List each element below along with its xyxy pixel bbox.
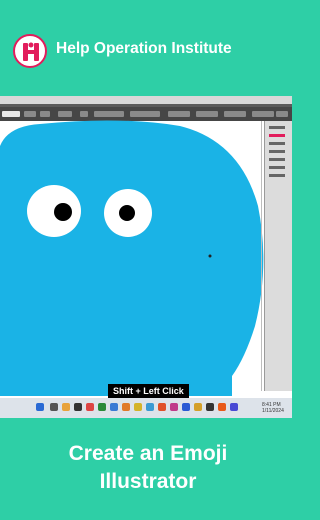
brand-name: Help Operation Institute bbox=[56, 40, 232, 57]
app-icon-4[interactable] bbox=[110, 403, 118, 411]
app-icon-9[interactable] bbox=[170, 403, 178, 411]
panel-tool-4[interactable] bbox=[269, 150, 285, 153]
app-icon-8[interactable] bbox=[158, 403, 166, 411]
panel-tool-6[interactable] bbox=[269, 166, 285, 169]
app-icon-11[interactable] bbox=[194, 403, 202, 411]
app-icon-5[interactable] bbox=[122, 403, 130, 411]
app-icon-6[interactable] bbox=[134, 403, 142, 411]
right-panels[interactable] bbox=[264, 121, 292, 391]
start-icon[interactable] bbox=[36, 403, 44, 411]
panel-tool-7[interactable] bbox=[269, 174, 285, 177]
app-icon-13[interactable] bbox=[230, 403, 238, 411]
taskbar-date: 1/11/2024 bbox=[262, 408, 284, 414]
emoji-face-artwork bbox=[0, 120, 264, 396]
panel-tool-5[interactable] bbox=[269, 158, 285, 161]
app-icon-7[interactable] bbox=[146, 403, 154, 411]
header-banner: Help Operation Institute bbox=[0, 0, 292, 96]
panel-tool-2[interactable] bbox=[269, 134, 285, 137]
screen-recording: 8:41 PM 1/11/2024 Shift + Left Click bbox=[0, 96, 292, 418]
panel-tool-3[interactable] bbox=[269, 142, 285, 145]
keystroke-caption: Shift + Left Click bbox=[108, 384, 189, 398]
app-icon-12[interactable] bbox=[206, 403, 214, 411]
brand-logo bbox=[13, 34, 47, 68]
app-icon-1[interactable] bbox=[74, 403, 82, 411]
file-explorer-icon[interactable] bbox=[62, 403, 70, 411]
title-line-2: Illustrator bbox=[99, 470, 197, 493]
h-logo-icon bbox=[23, 42, 39, 61]
panel-tool-1[interactable] bbox=[269, 126, 285, 129]
app-icon-3[interactable] bbox=[98, 403, 106, 411]
artboard-edge bbox=[261, 121, 262, 391]
title-line-1: Create an Emoji bbox=[68, 442, 228, 465]
app-icon-2[interactable] bbox=[86, 403, 94, 411]
app-icon-10[interactable] bbox=[182, 403, 190, 411]
illustrator-icon[interactable] bbox=[218, 403, 226, 411]
video-title: Create an Emoji Illustrator bbox=[0, 440, 292, 496]
search-icon[interactable] bbox=[50, 403, 58, 411]
